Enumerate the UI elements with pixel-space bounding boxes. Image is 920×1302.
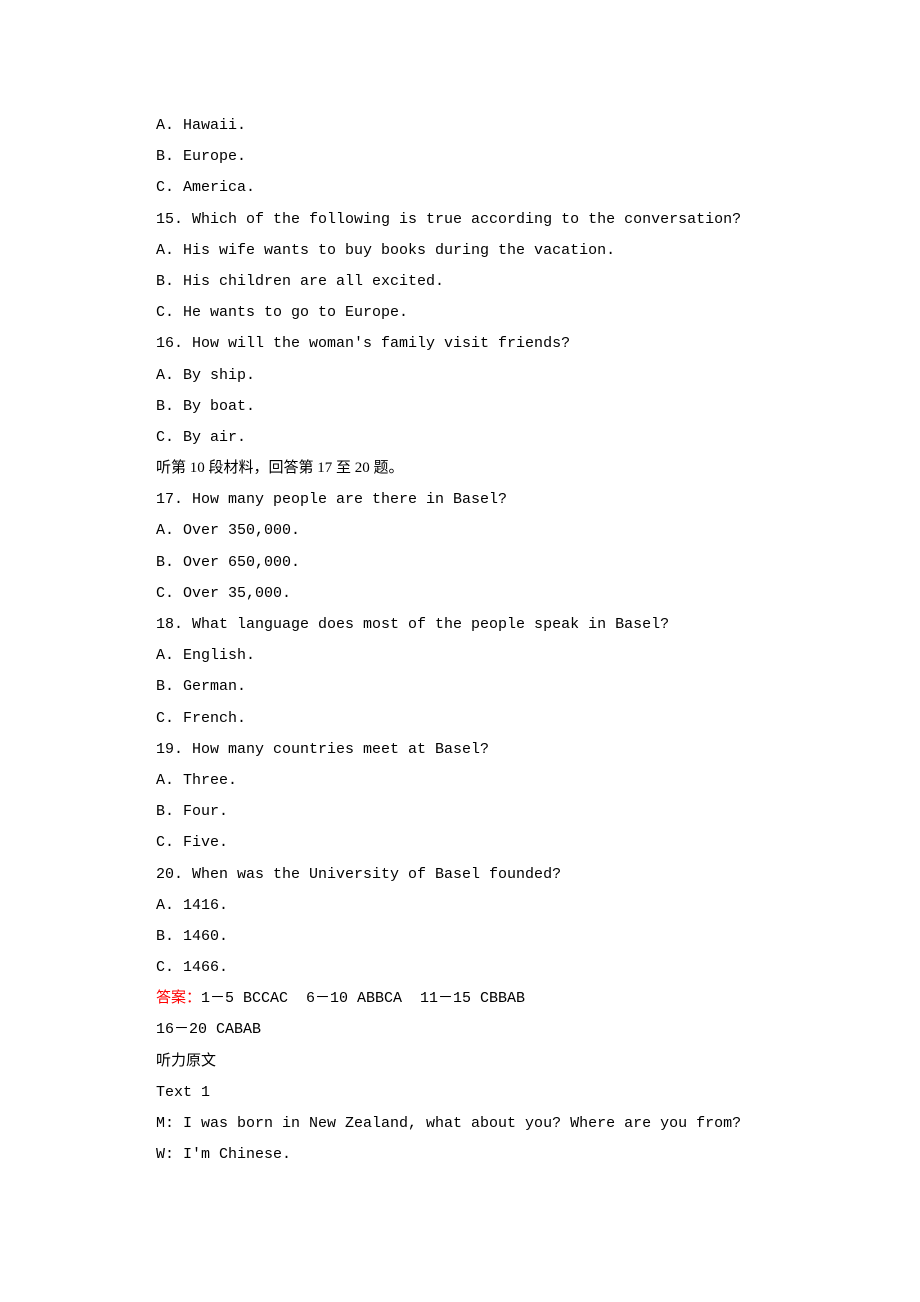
answer-line-2: 16－20 CABAB: [156, 1014, 764, 1045]
choice-a: A. Hawaii.: [156, 110, 764, 141]
choice-c: C. 1466.: [156, 952, 764, 983]
choice-b: B. German.: [156, 671, 764, 702]
choice-b: B. Over 650,000.: [156, 547, 764, 578]
choice-b: B. By boat.: [156, 391, 764, 422]
choice-c: C. America.: [156, 172, 764, 203]
choice-a: A. English.: [156, 640, 764, 671]
choice-a: A. Three.: [156, 765, 764, 796]
answer-line-1: 答案：1－5 BCCAC 6－10 ABBCA 11－15 CBBAB: [156, 983, 764, 1014]
question-stem: 15. Which of the following is true accor…: [156, 204, 764, 235]
choice-c: C. Five.: [156, 827, 764, 858]
transcript-line-w: W: I'm Chinese.: [156, 1139, 764, 1170]
question-stem: 17. How many people are there in Basel?: [156, 484, 764, 515]
question-stem: 16. How will the woman's family visit fr…: [156, 328, 764, 359]
question-stem: 20. When was the University of Basel fou…: [156, 859, 764, 890]
transcript-heading: 听力原文: [156, 1046, 764, 1077]
choice-a: A. Over 350,000.: [156, 515, 764, 546]
choice-b: B. 1460.: [156, 921, 764, 952]
choice-b: B. Europe.: [156, 141, 764, 172]
choice-a: A. His wife wants to buy books during th…: [156, 235, 764, 266]
choice-b: B. His children are all excited.: [156, 266, 764, 297]
transcript-text-label: Text 1: [156, 1077, 764, 1108]
choice-c: C. French.: [156, 703, 764, 734]
answer-value: 1－5 BCCAC 6－10 ABBCA 11－15 CBBAB: [201, 990, 525, 1007]
question-stem: 19. How many countries meet at Basel?: [156, 734, 764, 765]
answer-label: 答案：: [156, 990, 201, 1006]
transcript-line-m: M: I was born in New Zealand, what about…: [156, 1108, 764, 1139]
choice-c: C. Over 35,000.: [156, 578, 764, 609]
document-page: A. Hawaii. B. Europe. C. America. 15. Wh…: [0, 0, 920, 1250]
question-stem: 18. What language does most of the peopl…: [156, 609, 764, 640]
choice-c: C. By air.: [156, 422, 764, 453]
choice-b: B. Four.: [156, 796, 764, 827]
choice-c: C. He wants to go to Europe.: [156, 297, 764, 328]
section-instruction: 听第 10 段材料，回答第 17 至 20 题。: [156, 453, 764, 484]
choice-a: A. 1416.: [156, 890, 764, 921]
choice-a: A. By ship.: [156, 360, 764, 391]
